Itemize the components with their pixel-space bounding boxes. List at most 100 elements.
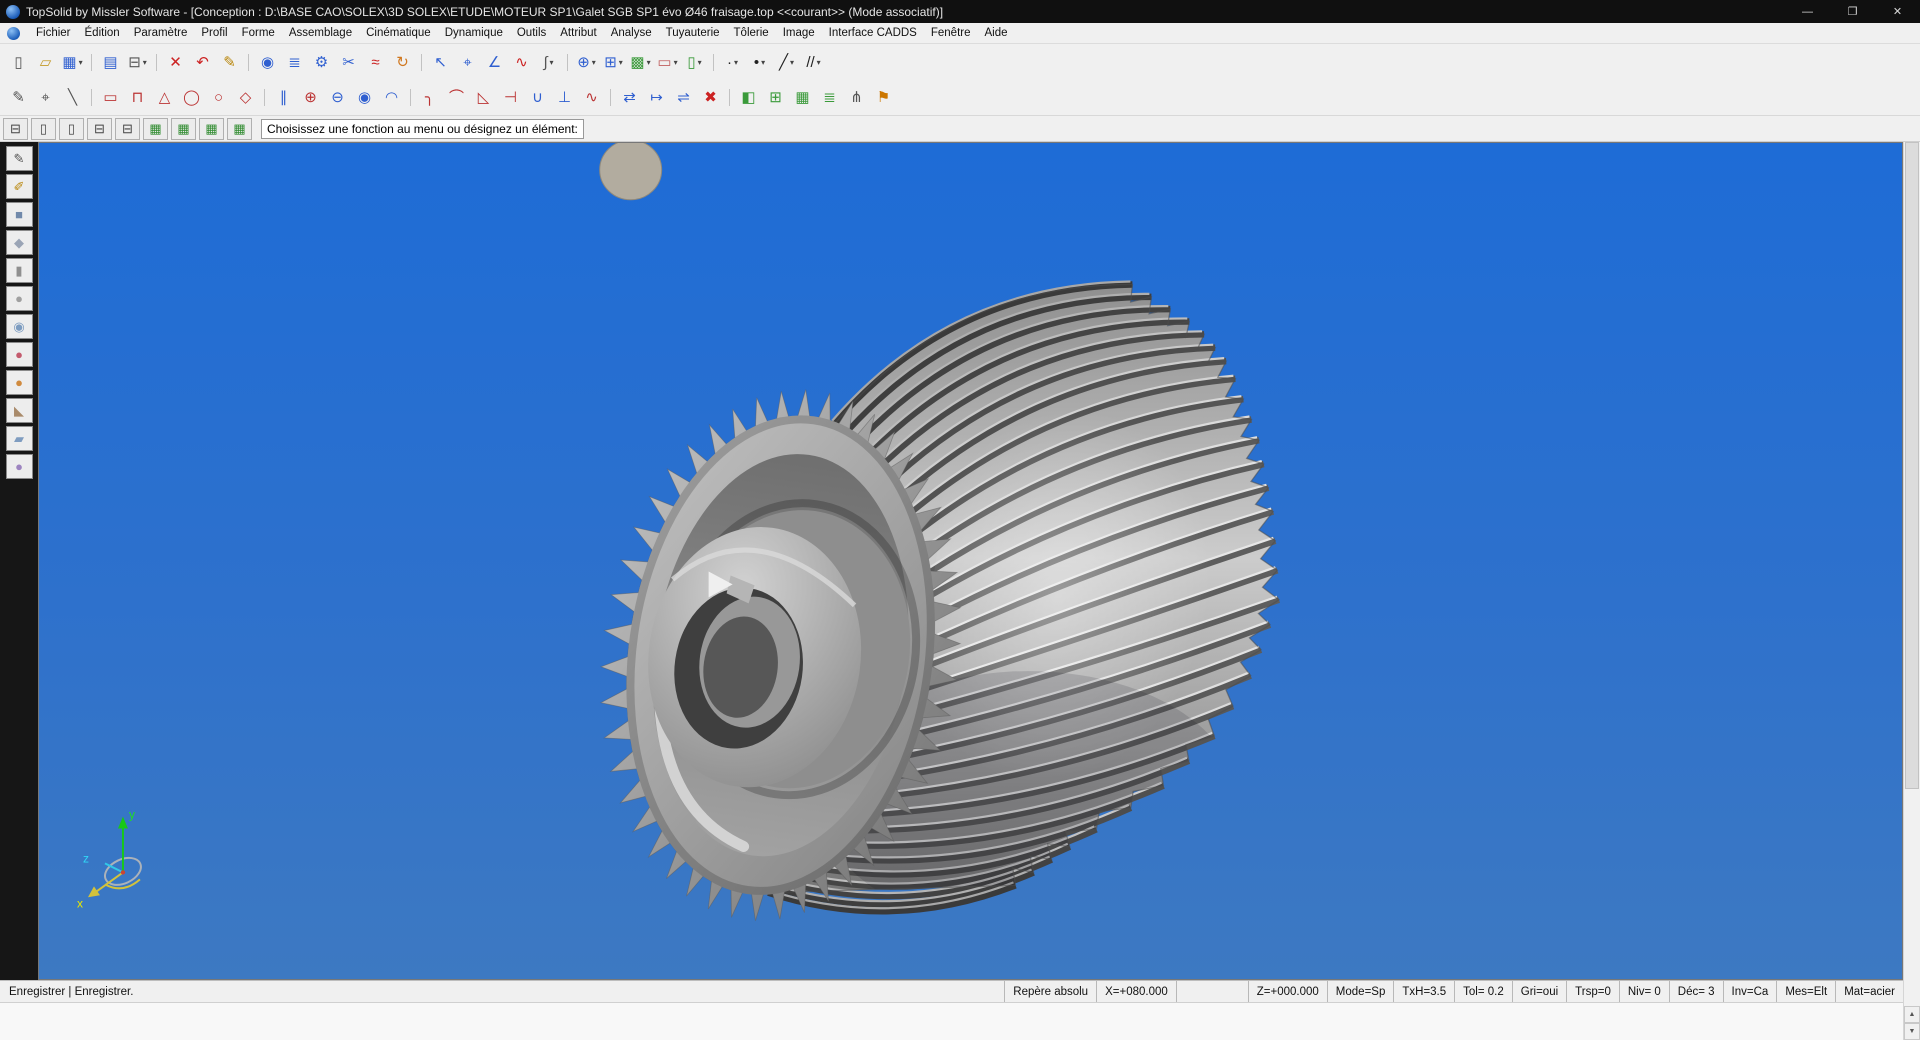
menu-aide[interactable]: Aide — [978, 25, 1015, 41]
print-button[interactable]: ⊟ — [124, 49, 151, 76]
measure-button[interactable]: ⌖ — [454, 49, 481, 76]
menu-forme[interactable]: Forme — [235, 25, 282, 41]
sketch-button[interactable]: ✎ — [5, 84, 32, 111]
coordinate-button[interactable]: ⌖ — [32, 84, 59, 111]
pin-tool-button[interactable]: ▮ — [6, 258, 33, 283]
prism-tool-button[interactable]: ◆ — [6, 230, 33, 255]
delete-element-button[interactable]: ✖ — [697, 84, 724, 111]
shading-mode-button[interactable]: ▩ — [627, 49, 654, 76]
menu-assemblage[interactable]: Assemblage — [282, 25, 359, 41]
gear-3d-model[interactable]: y x z — [39, 143, 1902, 979]
print-preview-button[interactable]: ⊟ — [3, 118, 28, 140]
table-button-1[interactable]: ▦ — [143, 118, 168, 140]
perpendicular-button[interactable]: ⊥ — [551, 84, 578, 111]
new-document-button[interactable]: ▯ — [5, 49, 32, 76]
cube-tool-button[interactable]: ■ — [6, 202, 33, 227]
transform-button[interactable]: ⇄ — [616, 84, 643, 111]
tree-button[interactable]: ⋔ — [843, 84, 870, 111]
menu-tuyauterie[interactable]: Tuyauterie — [659, 25, 727, 41]
printer-button[interactable]: ⊟ — [87, 118, 112, 140]
attribute-flag-button[interactable]: ⚑ — [870, 84, 897, 111]
menu-fenetre[interactable]: Fenêtre — [924, 25, 978, 41]
sketch-circle[interactable] — [600, 143, 662, 200]
component-button[interactable]: ◧ — [735, 84, 762, 111]
menu-analyse[interactable]: Analyse — [604, 25, 659, 41]
printer-2-button[interactable]: ⊟ — [115, 118, 140, 140]
card-reader-2-button[interactable]: ▯ — [59, 118, 84, 140]
sphere-orange-tool-button[interactable]: ● — [6, 370, 33, 395]
maximize-button[interactable]: ❐ — [1830, 0, 1875, 23]
menu-attribut[interactable]: Attribut — [553, 25, 603, 41]
attribute-brush-button[interactable]: ✎ — [216, 49, 243, 76]
zoom-window-button[interactable]: ⊞ — [600, 49, 627, 76]
angle-button[interactable]: ∠ — [481, 49, 508, 76]
table-button-3[interactable]: ▦ — [199, 118, 224, 140]
command-prompt-input[interactable]: Choisissez une fonction au menu ou désig… — [261, 119, 584, 139]
close-button[interactable]: ✕ — [1875, 0, 1920, 23]
simplify-button[interactable]: ≈ — [362, 49, 389, 76]
menu-image[interactable]: Image — [776, 25, 822, 41]
scroll-down-button[interactable]: ▼ — [1904, 1023, 1920, 1040]
brush-tool-button[interactable]: ✐ — [6, 174, 33, 199]
menu-tolerie[interactable]: Tôlerie — [727, 25, 776, 41]
round-corner-button[interactable]: ⌒ — [443, 84, 470, 111]
render-style-button[interactable]: ▯ — [681, 49, 708, 76]
arc-button[interactable]: ◠ — [378, 84, 405, 111]
sphere-purple-tool-button[interactable]: ● — [6, 454, 33, 479]
scrollbar-thumb[interactable] — [1905, 142, 1919, 789]
element-list-button[interactable]: ≣ — [281, 49, 308, 76]
slot-button[interactable]: ⊓ — [124, 84, 151, 111]
table-button-4[interactable]: ▦ — [227, 118, 252, 140]
open-document-button[interactable]: ▱ — [32, 49, 59, 76]
menu-parametre[interactable]: Paramètre — [127, 25, 195, 41]
curve-analysis-button[interactable]: ∿ — [508, 49, 535, 76]
spline-button[interactable]: ∿ — [578, 84, 605, 111]
cut-button[interactable]: ✂ — [335, 49, 362, 76]
menu-fichier[interactable]: Fichier — [29, 25, 78, 41]
card-reader-button[interactable]: ▯ — [31, 118, 56, 140]
menu-dynamique[interactable]: Dynamique — [438, 25, 510, 41]
rectangle-button[interactable]: ▭ — [97, 84, 124, 111]
vertical-scrollbar[interactable]: ▲ ▼ — [1903, 142, 1920, 1040]
menu-interface-cadds[interactable]: Interface CADDS — [822, 25, 924, 41]
delete-button[interactable]: ✕ — [162, 49, 189, 76]
project-button[interactable]: ↦ — [643, 84, 670, 111]
triangle-button[interactable]: △ — [151, 84, 178, 111]
system-menu-icon[interactable] — [7, 27, 20, 40]
line-style-button[interactable]: ╱ — [773, 49, 800, 76]
ellipse-button[interactable]: ◯ — [178, 84, 205, 111]
pattern-button[interactable]: ▦ — [789, 84, 816, 111]
pencil-tool-button[interactable]: ✎ — [6, 146, 33, 171]
dynamic-rotation-button[interactable]: ↻ — [389, 49, 416, 76]
menu-cinematique[interactable]: Cinématique — [359, 25, 438, 41]
viewport-3d[interactable]: y x z — [38, 142, 1903, 980]
tangent-circle-button[interactable]: ◉ — [351, 84, 378, 111]
scroll-up-button[interactable]: ▲ — [1904, 1006, 1920, 1023]
menu-profil[interactable]: Profil — [194, 25, 234, 41]
table-button-2[interactable]: ▦ — [171, 118, 196, 140]
mirror-button[interactable]: ⇌ — [670, 84, 697, 111]
document-info-button[interactable]: ▤ — [97, 49, 124, 76]
plane-tool-button[interactable]: ▰ — [6, 426, 33, 451]
point-style-button[interactable]: · — [719, 49, 746, 76]
undo-button[interactable]: ↶ — [189, 49, 216, 76]
menu-edition[interactable]: Édition — [78, 25, 127, 41]
axis-ellipse-button[interactable]: ⊖ — [324, 84, 351, 111]
marker-style-button[interactable]: • — [746, 49, 773, 76]
circle-button[interactable]: ○ — [205, 84, 232, 111]
sketch-recognition-button[interactable]: ∫ — [535, 49, 562, 76]
polygon-button[interactable]: ◇ — [232, 84, 259, 111]
fillet-button[interactable]: ╮ — [416, 84, 443, 111]
circle-tool-button[interactable]: ● — [6, 286, 33, 311]
line-button[interactable]: ╲ — [59, 84, 86, 111]
assembly-button[interactable]: ⊞ — [762, 84, 789, 111]
sphere-red-tool-button[interactable]: ● — [6, 342, 33, 367]
zoom-in-button[interactable]: ⊕ — [573, 49, 600, 76]
zoom-document-button[interactable]: ◉ — [254, 49, 281, 76]
select-button[interactable]: ↖ — [427, 49, 454, 76]
save-button[interactable]: ▦ — [59, 49, 86, 76]
point-button[interactable]: ⊕ — [297, 84, 324, 111]
bom-button[interactable]: ≣ — [816, 84, 843, 111]
hatch-style-button[interactable]: // — [800, 49, 827, 76]
erase-display-button[interactable]: ▭ — [654, 49, 681, 76]
